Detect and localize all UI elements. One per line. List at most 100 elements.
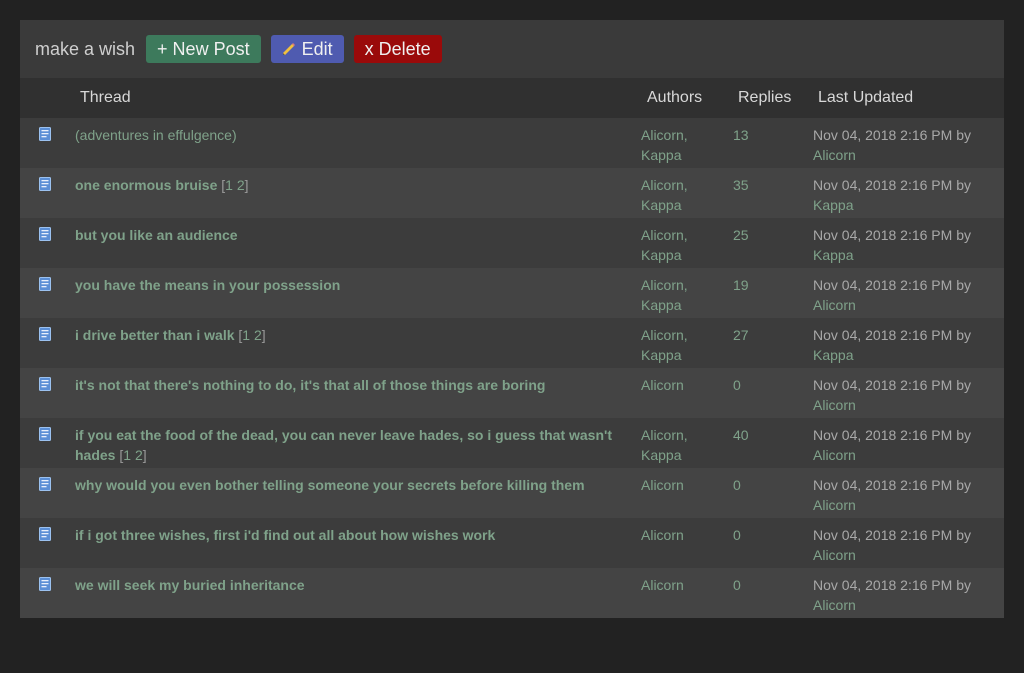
new-post-button[interactable]: + New Post (146, 35, 261, 63)
thread-row: (adventures in effulgence) Alicorn, Kappa 1… (20, 118, 1004, 168)
author-link[interactable]: Kappa (641, 147, 681, 163)
thread-authors: Alicorn (641, 375, 721, 395)
thread-title: if i got three wishes, first i'd find ou… (75, 525, 635, 545)
last-updated-time: Nov 04, 2018 2:16 PM by (813, 227, 971, 243)
column-replies: Replies (738, 89, 792, 106)
thread-title-link[interactable]: if i got three wishes, first i'd find ou… (75, 527, 495, 543)
thread-replies[interactable]: 27 (733, 325, 749, 345)
thread-authors: Alicorn (641, 575, 721, 595)
thread-last-updated: Nov 04, 2018 2:16 PM by Kappa (813, 325, 993, 365)
thread-title-link[interactable]: if you eat the food of the dead, you can… (75, 427, 612, 463)
thread-replies[interactable]: 0 (733, 475, 741, 495)
thread-last-updated: Nov 04, 2018 2:16 PM by Alicorn (813, 275, 993, 315)
board-panel: make a wish + New Post Edit x Delete Thr… (20, 20, 1004, 618)
page-links: [1 2] (217, 177, 249, 193)
thread-last-updated: Nov 04, 2018 2:16 PM by Alicorn (813, 375, 993, 415)
column-last-updated: Last Updated (818, 89, 914, 106)
author-link[interactable]: Alicorn (641, 527, 684, 543)
thread-replies[interactable]: 40 (733, 425, 749, 445)
last-updated-user[interactable]: Alicorn (813, 397, 856, 413)
book-icon (39, 227, 51, 241)
page-link[interactable]: 1 (225, 177, 233, 193)
author-link[interactable]: Alicorn, (641, 327, 688, 343)
page-link[interactable]: 1 (242, 327, 250, 343)
column-thread: Thread (80, 89, 131, 106)
book-icon (39, 277, 51, 291)
thread-authors: Alicorn, Kappa (641, 175, 721, 215)
page-link[interactable]: 2 (237, 177, 245, 193)
thread-title-link[interactable]: (adventures in effulgence) (75, 127, 237, 143)
thread-row: we will seek my buried inheritance Alicor… (20, 568, 1004, 618)
page-link[interactable]: 2 (135, 447, 143, 463)
thread-replies[interactable]: 0 (733, 525, 741, 545)
thread-title-link[interactable]: one enormous bruise (75, 177, 217, 193)
author-link[interactable]: Alicorn (641, 577, 684, 593)
author-link[interactable]: Alicorn, (641, 277, 688, 293)
thread-replies[interactable]: 0 (733, 575, 741, 595)
author-link[interactable]: Alicorn (641, 377, 684, 393)
last-updated-user[interactable]: Kappa (813, 347, 853, 363)
thread-last-updated: Nov 04, 2018 2:16 PM by Kappa (813, 225, 993, 265)
page-links: [1 2] (115, 447, 147, 463)
thread-replies[interactable]: 0 (733, 375, 741, 395)
author-link[interactable]: Alicorn, (641, 227, 688, 243)
page-link[interactable]: 1 (123, 447, 131, 463)
last-updated-time: Nov 04, 2018 2:16 PM by (813, 577, 971, 593)
thread-title-link[interactable]: but you like an audience (75, 227, 238, 243)
thread-title-link[interactable]: i drive better than i walk (75, 327, 235, 343)
author-link[interactable]: Kappa (641, 347, 681, 363)
last-updated-time: Nov 04, 2018 2:16 PM by (813, 327, 971, 343)
thread-table-header: Thread Authors Replies Last Updated (20, 78, 1004, 118)
author-link[interactable]: Kappa (641, 197, 681, 213)
last-updated-user[interactable]: Alicorn (813, 497, 856, 513)
thread-last-updated: Nov 04, 2018 2:16 PM by Alicorn (813, 125, 993, 165)
thread-authors: Alicorn, Kappa (641, 225, 721, 265)
thread-replies[interactable]: 35 (733, 175, 749, 195)
book-icon (39, 427, 51, 441)
book-icon (39, 527, 51, 541)
author-link[interactable]: Kappa (641, 297, 681, 313)
thread-authors: Alicorn, Kappa (641, 325, 721, 365)
last-updated-time: Nov 04, 2018 2:16 PM by (813, 127, 971, 143)
author-link[interactable]: Alicorn (641, 477, 684, 493)
author-link[interactable]: Alicorn, (641, 127, 688, 143)
thread-row: why would you even bother telling someon… (20, 468, 1004, 518)
page-link[interactable]: 2 (254, 327, 262, 343)
thread-title: one enormous bruise [1 2] (75, 175, 635, 195)
thread-row: if i got three wishes, first i'd find ou… (20, 518, 1004, 568)
author-link[interactable]: Kappa (641, 247, 681, 263)
book-icon (39, 127, 51, 141)
delete-button[interactable]: x Delete (353, 35, 442, 63)
thread-title: why would you even bother telling someon… (75, 475, 635, 495)
last-updated-user[interactable]: Alicorn (813, 147, 856, 163)
thread-title-link[interactable]: we will seek my buried inheritance (75, 577, 305, 593)
thread-title: it's not that there's nothing to do, it'… (75, 375, 635, 395)
last-updated-user[interactable]: Alicorn (813, 597, 856, 613)
thread-last-updated: Nov 04, 2018 2:16 PM by Kappa (813, 175, 993, 215)
thread-last-updated: Nov 04, 2018 2:16 PM by Alicorn (813, 425, 993, 465)
column-authors: Authors (647, 89, 703, 106)
last-updated-user[interactable]: Kappa (813, 197, 853, 213)
thread-title-link[interactable]: why would you even bother telling someon… (75, 477, 585, 493)
last-updated-time: Nov 04, 2018 2:16 PM by (813, 277, 971, 293)
thread-title: (adventures in effulgence) (75, 125, 635, 145)
thread-replies[interactable]: 25 (733, 225, 749, 245)
last-updated-time: Nov 04, 2018 2:16 PM by (813, 177, 971, 193)
last-updated-user[interactable]: Alicorn (813, 297, 856, 313)
thread-title: but you like an audience (75, 225, 635, 245)
thread-title-link[interactable]: you have the means in your possession (75, 277, 340, 293)
last-updated-user[interactable]: Alicorn (813, 547, 856, 563)
thread-title-link[interactable]: it's not that there's nothing to do, it'… (75, 377, 545, 393)
last-updated-user[interactable]: Alicorn (813, 447, 856, 463)
book-icon (39, 327, 51, 341)
thread-list: (adventures in effulgence) Alicorn, Kappa 1… (20, 118, 1004, 618)
last-updated-user[interactable]: Kappa (813, 247, 853, 263)
thread-replies[interactable]: 19 (733, 275, 749, 295)
thread-authors: Alicorn, Kappa (641, 275, 721, 315)
author-link[interactable]: Kappa (641, 447, 681, 463)
author-link[interactable]: Alicorn, (641, 427, 688, 443)
last-updated-time: Nov 04, 2018 2:16 PM by (813, 477, 971, 493)
thread-replies[interactable]: 13 (733, 125, 749, 145)
edit-button[interactable]: Edit (270, 35, 344, 63)
author-link[interactable]: Alicorn, (641, 177, 688, 193)
